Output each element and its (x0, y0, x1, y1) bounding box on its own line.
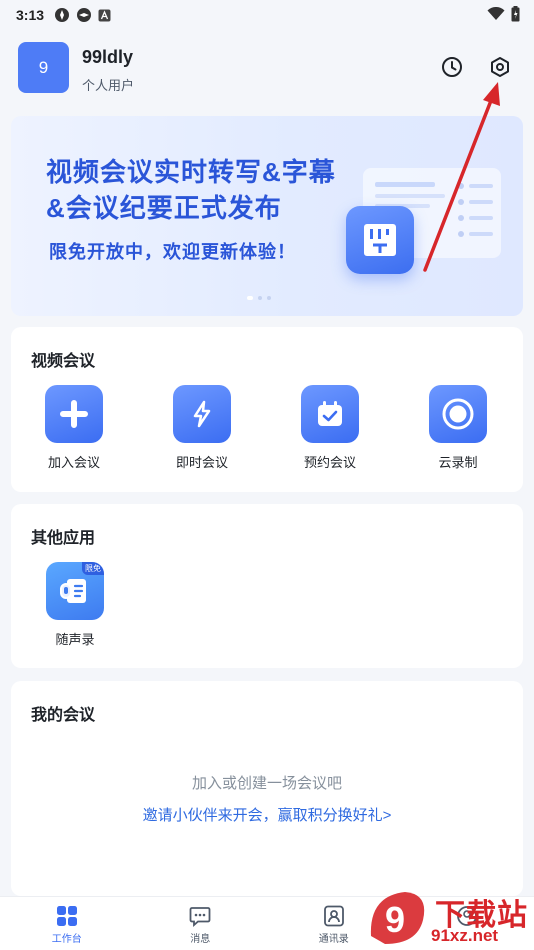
cloud-record-label: 云录制 (438, 455, 478, 470)
join-meeting-button[interactable]: 加入会议 (29, 385, 119, 471)
app-notification-icon (55, 8, 70, 22)
status-right-icons (487, 6, 520, 22)
free-badge: 限免 (82, 562, 104, 575)
nav-messages[interactable]: 消息 (134, 897, 268, 950)
invite-friends-link[interactable]: 邀请小伙伴来开会，赢取积分换好礼> (11, 804, 523, 825)
clock-icon (442, 57, 462, 77)
section-title: 视频会议 (31, 353, 96, 370)
pagination-dot-active (247, 296, 253, 300)
watermark-url: 91xz.net (431, 926, 499, 945)
pagination-dot (267, 296, 271, 300)
banner-subtitle: 限免开放中，欢迎更新体验！ (49, 242, 296, 262)
voice-note-app-button[interactable]: 限免 随声录 (30, 562, 120, 648)
settings-hex-icon (491, 57, 509, 77)
schedule-meeting-label: 预约会议 (303, 455, 356, 470)
nav-label: 通讯录 (318, 934, 349, 945)
settings-button[interactable] (487, 54, 513, 80)
schedule-meeting-button[interactable]: 预约会议 (285, 385, 375, 471)
cloud-record-button[interactable]: 云录制 (413, 385, 503, 471)
empty-state-text: 加入或创建一场会议吧 (191, 775, 342, 792)
battery-icon (511, 6, 520, 22)
lightning-icon (173, 385, 231, 443)
profile-header: 9 99ldly 个人用户 (0, 30, 534, 110)
banner-title-line2: &会议纪要正式发布 (46, 193, 282, 223)
status-time: 3:13 (16, 7, 45, 23)
record-icon (429, 385, 487, 443)
other-apps-section: 其他应用 限免 随声录 (11, 504, 523, 668)
instant-meeting-label: 即时会议 (175, 455, 228, 470)
wifi-icon (487, 7, 505, 20)
watermark-logo-text: 9 (385, 899, 405, 940)
history-button[interactable] (439, 54, 465, 80)
nav-workbench[interactable]: 工作台 (0, 897, 134, 950)
calendar-check-icon (301, 385, 359, 443)
contacts-icon (323, 905, 344, 927)
section-title: 其他应用 (31, 530, 96, 547)
watermark-logo: 9 (370, 892, 425, 944)
meeting-app-illustration-icon (346, 206, 414, 274)
banner-title-line1: 视频会议实时转写&字幕 (46, 157, 336, 187)
letter-a-notification-icon (98, 9, 111, 21)
status-bar: 3:13 (0, 0, 534, 30)
user-type-label: 个人用户 (82, 78, 135, 93)
grid-icon (56, 906, 77, 926)
app-notification-icon (77, 8, 92, 22)
voice-note-icon: 限免 (46, 562, 104, 620)
nav-label: 工作台 (51, 934, 82, 945)
instant-meeting-button[interactable]: 即时会议 (157, 385, 247, 471)
status-notification-icons (54, 7, 111, 23)
avatar[interactable]: 9 (18, 42, 69, 93)
promo-banner[interactable]: 视频会议实时转写&字幕 &会议纪要正式发布 限免开放中，欢迎更新体验！ (11, 116, 523, 316)
video-meeting-section: 视频会议 加入会议 即时会议 预约会议 云录制 (11, 327, 523, 492)
join-meeting-label: 加入会议 (47, 455, 100, 470)
plus-icon (45, 385, 103, 443)
watermark: 9 下载站 91xz.net (365, 886, 534, 950)
nav-label: 消息 (190, 934, 211, 945)
pagination-dot (258, 296, 262, 300)
voice-note-label: 随声录 (55, 632, 95, 647)
chat-icon (189, 907, 211, 927)
banner-pagination (247, 296, 271, 300)
username: 99ldly (82, 47, 134, 67)
section-title: 我的会议 (31, 707, 96, 724)
my-meetings-section: 我的会议 加入或创建一场会议吧 邀请小伙伴来开会，赢取积分换好礼> (11, 681, 523, 896)
